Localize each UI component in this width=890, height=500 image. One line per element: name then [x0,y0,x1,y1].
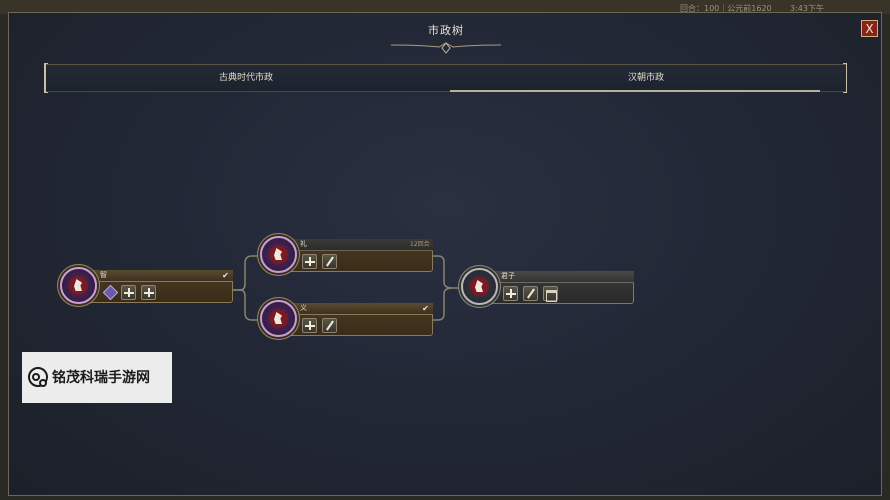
quill-icon [322,318,337,333]
building-icon [543,286,558,302]
civic-name: 君子 [501,272,515,280]
civic-name: 礼 [300,240,307,248]
gem-icon [102,285,117,300]
connector-li-junzi [433,255,462,289]
plus-icon [302,318,317,333]
civic-node-li[interactable]: 礼 12回合 [260,236,435,274]
plus-icon [141,285,156,300]
checkmark-icon: ✔ [422,304,429,313]
connector-yi-junzi [433,287,453,321]
turns-remaining: 12回合 [410,241,430,248]
watermark-text: 铭茂科瑞手游网 [52,370,150,386]
plus-icon [503,286,518,301]
tree-connectors [233,255,462,321]
civic-node-yi[interactable]: 义 ✔ [260,300,435,338]
watermark-logo-icon [28,367,48,387]
civic-portrait-icon [461,268,498,305]
civic-portrait-icon [260,236,297,273]
civic-node-zhi[interactable]: 智 ✔ [60,267,235,305]
connector-zhi-li [233,255,262,291]
checkmark-icon: ✔ [222,271,229,280]
plus-icon [302,254,317,269]
civic-portrait-icon [260,300,297,337]
quill-icon [523,286,538,301]
civic-name: 智 [100,271,107,279]
civic-portrait-icon [60,267,97,304]
quill-icon [322,254,337,269]
civic-node-junzi[interactable]: 君子 [461,268,636,306]
civic-name: 义 [300,304,307,312]
plus-icon [121,285,136,300]
connector-zhi-yi [233,289,262,321]
watermark: 铭茂科瑞手游网 [22,352,172,403]
